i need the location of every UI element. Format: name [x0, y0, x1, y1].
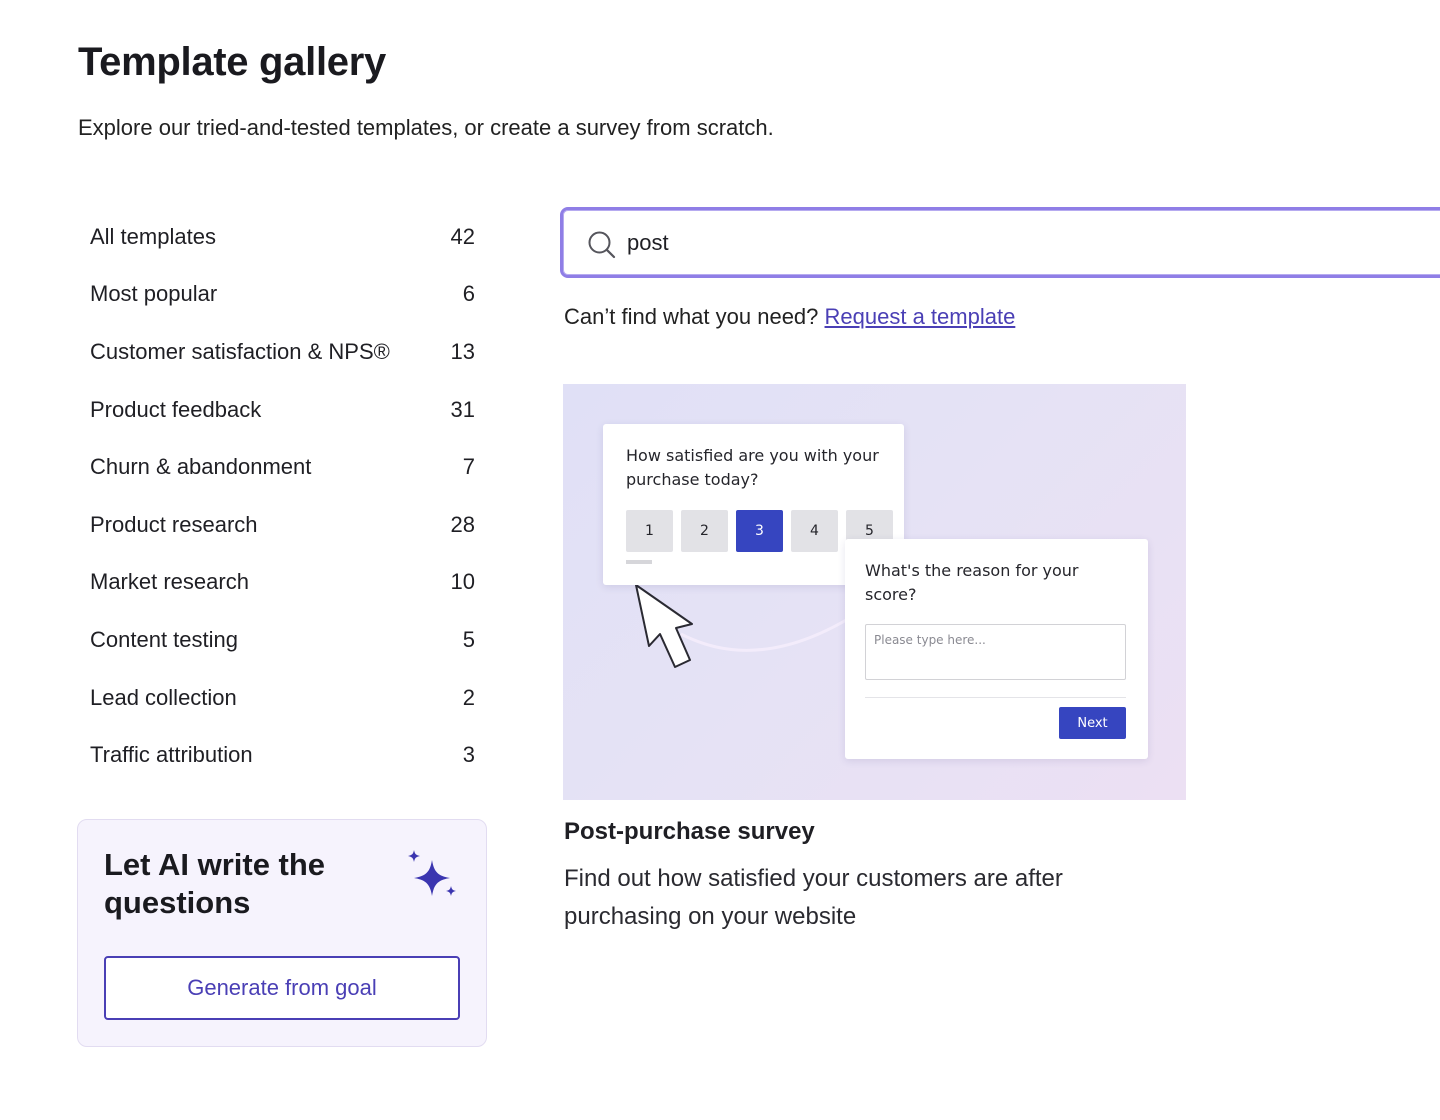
category-label: Market research — [90, 569, 249, 595]
preview-rating-option: 2 — [681, 510, 728, 552]
category-label: Customer satisfaction & NPS® — [90, 338, 390, 364]
category-item-most-popular[interactable]: Most popular 6 — [90, 266, 475, 324]
category-item-product-research[interactable]: Product research 28 — [90, 496, 475, 554]
sparkle-icon — [408, 850, 456, 896]
page-subtitle: Explore our tried-and-tested templates, … — [78, 115, 774, 140]
category-count: 3 — [462, 742, 475, 768]
page-title: Template gallery — [78, 40, 386, 84]
search-box — [560, 207, 1440, 278]
generate-from-goal-button[interactable]: Generate from goal — [104, 956, 460, 1020]
category-count: 6 — [462, 281, 475, 307]
category-count: 28 — [450, 511, 475, 537]
category-item-churn-abandonment[interactable]: Churn & abandonment 7 — [90, 438, 475, 496]
category-count: 2 — [462, 684, 475, 710]
template-title[interactable]: Post-purchase survey — [564, 818, 815, 846]
template-preview-image[interactable]: How satisfied are you with your purchase… — [563, 384, 1186, 800]
category-count: 42 — [450, 223, 475, 249]
preview-textarea: Please type here... — [865, 624, 1126, 680]
preview-rating-option: 1 — [626, 510, 673, 552]
category-item-lead-collection[interactable]: Lead collection 2 — [90, 669, 475, 727]
category-list: All templates 42 Most popular 6 Customer… — [90, 208, 475, 784]
category-item-all-templates[interactable]: All templates 42 — [90, 208, 475, 266]
preview-rating-option-selected: 3 — [736, 510, 783, 552]
request-prompt: Can’t find what you need? — [564, 304, 819, 329]
ai-card-title: Let AI write the questions — [104, 847, 326, 920]
category-label: Content testing — [90, 626, 238, 652]
category-label: Most popular — [90, 281, 218, 307]
category-label: Product research — [90, 511, 258, 537]
preview-question-2: What's the reason for your score? — [865, 561, 1079, 604]
preview-question-1: How satisfied are you with your purchase… — [626, 446, 879, 489]
category-label: Traffic attribution — [90, 742, 253, 768]
category-label: Product feedback — [90, 396, 262, 422]
ai-card: Let AI write the questions Generate from… — [77, 819, 487, 1047]
category-count: 13 — [450, 338, 475, 364]
category-item-content-testing[interactable]: Content testing 5 — [90, 611, 475, 669]
category-label: All templates — [90, 223, 216, 249]
category-count: 31 — [450, 396, 475, 422]
search-input[interactable] — [627, 224, 1407, 262]
category-item-customer-satisfaction[interactable]: Customer satisfaction & NPS® 13 — [90, 323, 475, 381]
request-template-link[interactable]: Request a template — [825, 304, 1016, 329]
category-count: 5 — [462, 626, 475, 652]
category-item-product-feedback[interactable]: Product feedback 31 — [90, 381, 475, 439]
preview-next-button: Next — [1059, 707, 1126, 739]
category-count: 7 — [462, 454, 475, 480]
search-icon — [588, 231, 616, 259]
template-description: Find out how satisfied your customers ar… — [564, 865, 1063, 930]
preview-divider — [865, 697, 1126, 698]
preview-reason-card: What's the reason for your score? Please… — [845, 539, 1148, 759]
preview-progress-dash — [626, 560, 652, 564]
preview-rating-option: 4 — [791, 510, 838, 552]
category-label: Churn & abandonment — [90, 454, 312, 480]
category-item-market-research[interactable]: Market research 10 — [90, 554, 475, 612]
category-count: 10 — [450, 569, 475, 595]
category-label: Lead collection — [90, 684, 237, 710]
category-item-traffic-attribution[interactable]: Traffic attribution 3 — [90, 726, 475, 784]
request-template-line: Can’t find what you need? Request a temp… — [564, 304, 1015, 330]
